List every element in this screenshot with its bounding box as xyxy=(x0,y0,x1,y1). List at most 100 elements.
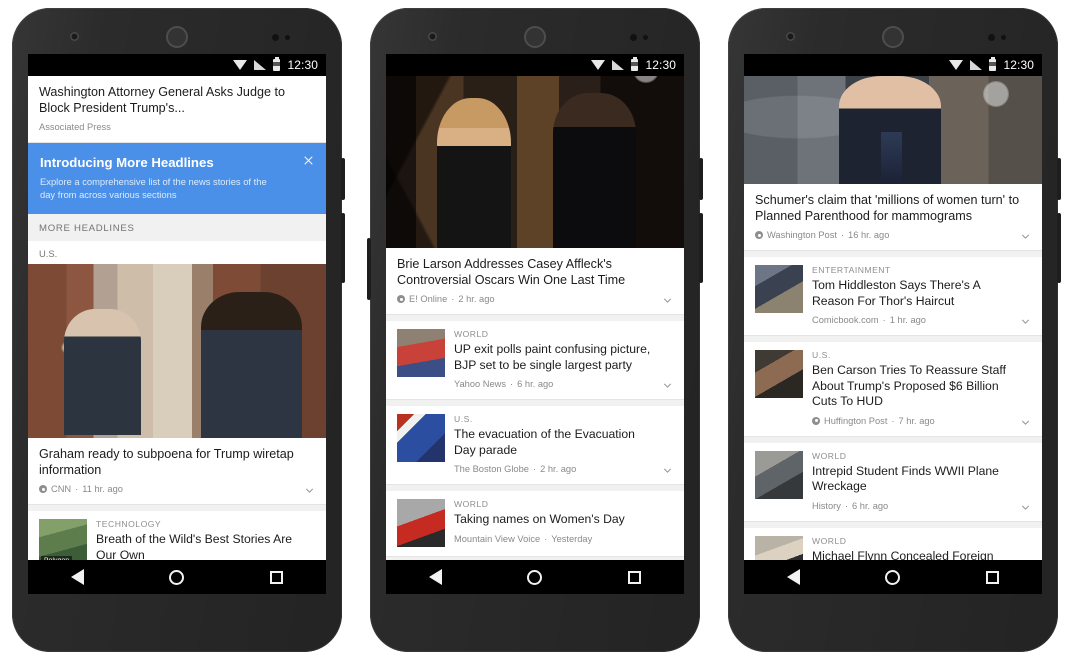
status-bar: 12:30 xyxy=(386,54,684,76)
home-button-icon[interactable] xyxy=(527,569,543,585)
source-badge-icon xyxy=(397,295,405,303)
article-card-womens-day[interactable]: WORLD Taking names on Women's Day Mounta… xyxy=(386,76,684,557)
article-card-up-polls[interactable]: WORLD UP exit polls paint confusing pict… xyxy=(386,321,684,400)
source-separator: · xyxy=(510,379,514,389)
kicker-label: ENTERTAINMENT xyxy=(812,265,891,275)
headline-text: Breath of the Wild's Best Stories Are Ou… xyxy=(96,532,293,562)
source-separator: · xyxy=(844,500,849,511)
chevron-down-icon[interactable] xyxy=(1019,315,1032,328)
source-separator: · xyxy=(882,315,886,325)
chevron-down-icon[interactable] xyxy=(1019,416,1032,429)
source-name: Washington Post xyxy=(767,230,837,240)
news-feed[interactable]: Washington Attorney General Asks Judge t… xyxy=(28,76,326,564)
wifi-icon xyxy=(233,60,248,70)
signal-icon xyxy=(254,60,267,70)
back-button-icon[interactable] xyxy=(428,569,442,585)
timestamp: 2 hr. ago xyxy=(540,464,577,474)
article-card-brie-larson[interactable]: Brie Larson Addresses Casey Affleck's Co… xyxy=(386,76,684,315)
left-side-button[interactable] xyxy=(367,238,371,300)
phone-left: 12:30 Washington Attorney General Asks J… xyxy=(12,8,345,652)
power-button[interactable] xyxy=(699,158,703,200)
news-feed[interactable]: Schumer's claim that 'millions of women … xyxy=(744,76,1042,564)
timestamp: 7 hr. ago xyxy=(898,415,935,426)
source-name: History xyxy=(812,500,841,511)
kicker-label: WORLD xyxy=(812,535,847,546)
source-name: The Boston Globe xyxy=(454,464,529,474)
android-nav-bar xyxy=(386,560,684,594)
timestamp: 6 hr. ago xyxy=(852,500,889,511)
kicker-label: WORLD xyxy=(454,499,489,509)
chevron-down-icon[interactable] xyxy=(1019,230,1032,243)
volume-button[interactable] xyxy=(1057,213,1061,283)
article-card-wwii-plane[interactable]: WORLD Intrepid Student Finds WWII Plane … xyxy=(744,442,1042,522)
kicker-label: TECHNOLOGY xyxy=(96,519,162,529)
headline-text: Ben Carson Tries To Reassure Staff About… xyxy=(812,363,1006,408)
oscars-photo xyxy=(386,76,684,248)
chevron-down-icon[interactable] xyxy=(303,484,316,497)
back-button-icon[interactable] xyxy=(70,569,84,585)
headline-text: Taking names on Women's Day xyxy=(454,512,625,526)
battery-icon xyxy=(273,57,281,71)
signal-icon xyxy=(970,60,983,70)
phone-left-screen: 12:30 Washington Attorney General Asks J… xyxy=(28,54,326,564)
chevron-down-icon[interactable] xyxy=(1019,501,1032,514)
power-button[interactable] xyxy=(1057,158,1061,200)
home-button-icon[interactable] xyxy=(169,569,185,585)
clock: 12:30 xyxy=(645,58,676,72)
article-card-ben-carson[interactable]: U.S. Ben Carson Tries To Reassure Staff … xyxy=(744,342,1042,437)
timestamp: 6 hr. ago xyxy=(517,379,554,389)
front-camera-icon xyxy=(428,32,437,41)
source-line: Huffington Post · 7 hr. ago xyxy=(812,415,1015,427)
phone-center-screen: 12:30 Brie Larson Addresses Casey Afflec… xyxy=(386,54,684,564)
category-label: U.S. xyxy=(39,248,58,259)
source-name: Mountain View Voice xyxy=(454,533,541,544)
article-card-hiddleston[interactable]: ENTERTAINMENT Tom Hiddleston Says There'… xyxy=(744,257,1042,336)
earpiece-speaker-icon xyxy=(882,26,904,48)
timestamp: 11 hr. ago xyxy=(82,484,123,494)
top-headline-card[interactable]: Washington Attorney General Asks Judge t… xyxy=(28,76,326,143)
source-name: Yahoo News xyxy=(454,379,507,389)
timestamp: Yesterday xyxy=(551,533,593,544)
touch-ripple xyxy=(214,302,240,328)
chevron-down-icon[interactable] xyxy=(661,379,674,392)
news-feed[interactable]: Brie Larson Addresses Casey Affleck's Co… xyxy=(386,76,684,564)
timestamp: 1 hr. ago xyxy=(889,315,926,325)
article-card-graham[interactable]: U.S. Graham ready to subpoena for Trump … xyxy=(28,241,326,505)
article-card-michael-flynn[interactable]: WORLD Michael Flynn Concealed Foreign Lo… xyxy=(744,82,1042,564)
source-separator: · xyxy=(532,464,537,474)
clock: 12:30 xyxy=(1003,58,1034,72)
headline-text: Graham ready to subpoena for Trump wiret… xyxy=(39,447,294,477)
status-bar: 12:30 xyxy=(28,54,326,76)
source-line: E! Online · 2 hr. ago xyxy=(397,293,673,305)
article-card-evacuation-day[interactable]: U.S. The evacuation of the Evacuation Da… xyxy=(386,406,684,485)
chevron-down-icon[interactable] xyxy=(661,294,674,307)
source-badge-icon xyxy=(39,485,47,493)
headline-text: UP exit polls paint confusing picture, B… xyxy=(454,342,651,372)
three-phone-showcase: 12:30 Washington Attorney General Asks J… xyxy=(0,0,1071,660)
front-camera-icon xyxy=(70,32,79,41)
volume-button[interactable] xyxy=(699,213,703,283)
clock: 12:30 xyxy=(287,58,318,72)
headline-text: Tom Hiddleston Says There's A Reason For… xyxy=(812,278,981,308)
banner-title: Introducing More Headlines xyxy=(40,155,214,170)
polygon-thumbnail: Polygon xyxy=(39,519,87,564)
source-separator: · xyxy=(75,484,79,494)
article-card-botw[interactable]: Polygon TECHNOLOGY Breath of the Wild's … xyxy=(28,511,326,564)
volume-button[interactable] xyxy=(341,213,345,283)
recents-button-icon[interactable] xyxy=(270,570,284,584)
more-headlines-banner[interactable]: Introducing More Headlines Explore a com… xyxy=(28,143,326,214)
back-button-icon[interactable] xyxy=(786,569,800,585)
proximity-sensors-icon xyxy=(272,34,290,41)
power-button[interactable] xyxy=(341,158,345,200)
recents-button-icon[interactable] xyxy=(986,570,1000,584)
source-line: Yahoo News · 6 hr. ago xyxy=(454,378,657,390)
timestamp: 16 hr. ago xyxy=(848,230,890,240)
chevron-down-icon[interactable] xyxy=(661,464,674,477)
kicker-label: U.S. xyxy=(812,350,831,360)
close-icon[interactable] xyxy=(302,154,315,167)
home-button-icon[interactable] xyxy=(885,569,901,585)
source-name: Associated Press xyxy=(39,122,111,132)
wwii-plane-thumbnail xyxy=(755,450,803,499)
android-nav-bar xyxy=(744,560,1042,594)
recents-button-icon[interactable] xyxy=(628,570,642,584)
